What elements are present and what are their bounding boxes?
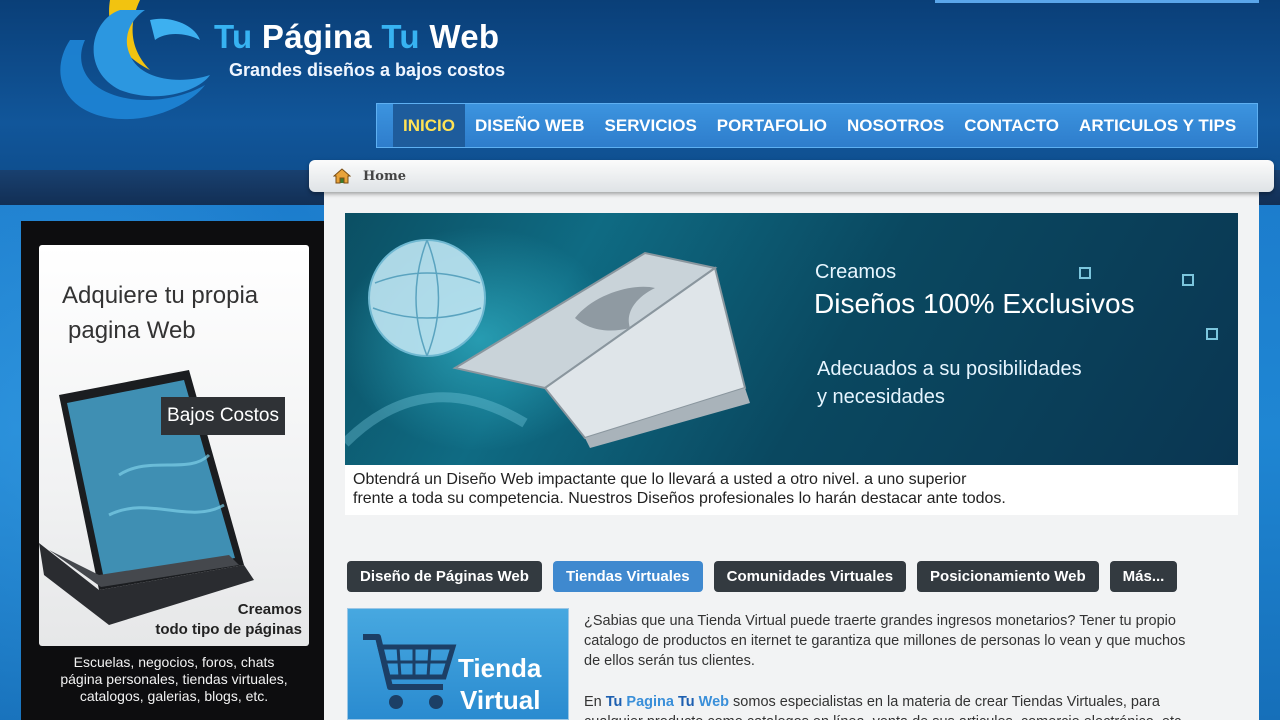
brand-part-1: Tu [214,18,253,55]
specialist-line-1: En Tu Pagina Tu Web somos especialistas … [584,692,1234,712]
tab-comunidades-virtuales[interactable]: Comunidades Virtuales [713,561,907,592]
nav-inicio[interactable]: INICIO [393,104,465,147]
brand-inline-c: Tu [678,694,695,710]
brand-inline-b: Pagina [622,694,679,710]
nav-portafolio[interactable]: PORTAFOLIO [707,104,837,147]
brand-part-2: Página [252,18,382,55]
bajos-costos-badge: Bajos Costos [161,397,285,435]
banner-caption-line-2: frente a toda su competencia. Nuestros D… [353,490,1006,507]
sidebar-heading-1: Adquiere tu propia [62,282,259,309]
banner-line-4: y necesidades [817,386,945,408]
banner-line-2: Diseños 100% Exclusivos [814,288,1135,319]
top-accent-bar [935,0,1259,3]
brand-name[interactable]: Tu Página Tu Web [214,18,499,56]
tienda-virtual-image: Tienda Virtual [347,608,569,720]
breadcrumb: Home [309,160,1274,192]
sidebar-promo-card[interactable]: Adquiere tu propia pagina Web Bajos Cost… [39,245,309,646]
main-nav: INICIO DISEÑO WEB SERVICIOS PORTAFOLIO N… [376,103,1258,148]
banner-caption: Obtendrá un Diseño Web impactante que lo… [345,465,1238,515]
intro-line-3: de ellos serán tus clientes. [584,653,755,669]
specialist-rest: somos especialistas en la materia de cre… [729,694,1160,710]
sidebar-description: Escuelas, negocios, foros, chats página … [39,654,309,705]
shopping-cart-icon [363,634,457,709]
slogan: Grandes diseños a bajos costos [229,60,506,80]
tab-tiendas-virtuales[interactable]: Tiendas Virtuales [552,561,703,592]
sidebar-heading-2: pagina Web [68,317,196,344]
banner-art [345,239,1218,448]
brand-part-4: Web [419,18,500,55]
banner-line-3: Adecuados a su posibilidades [817,358,1082,380]
brand-inline-d: Web [694,694,730,710]
intro-line-1: ¿Sabias que una Tienda Virtual puede tra… [584,613,1176,629]
image-title-1: Tienda [458,653,542,683]
specialist-prefix: En [584,694,606,710]
sidebar-caption-2: todo tipo de páginas [155,621,302,638]
nav-articulos-y-tips[interactable]: ARTICULOS Y TIPS [1069,104,1246,147]
intro-line-2: catalogo de productos en iternet te gara… [584,633,1186,649]
tab-mas[interactable]: Más... [1109,561,1178,592]
nav-servicios[interactable]: SERVICIOS [595,104,707,147]
hero-banner[interactable]: Creamos Diseños 100% Exclusivos Adecuado… [345,213,1238,465]
tab-posicionamiento-web[interactable]: Posicionamiento Web [917,561,1099,592]
sidebar-text-line-1: Escuelas, negocios, foros, chats [73,654,275,670]
intro-paragraph: ¿Sabias que una Tienda Virtual puede tra… [584,611,1234,671]
nav-nosotros[interactable]: NOSOTROS [837,104,954,147]
banner-line-1: Creamos [815,261,897,283]
service-tabs: Diseño de Páginas Web Tiendas Virtuales … [347,561,1178,592]
specialist-line-2: cualquier producto como catalogos en lín… [584,712,1234,720]
brand-inline-a: Tu [605,694,623,710]
home-icon[interactable] [333,168,351,184]
nav-diseno-web[interactable]: DISEÑO WEB [465,104,595,147]
image-title-2: Virtual [460,685,541,715]
sidebar-caption-1: Creamos [237,601,302,618]
tab-diseno-paginas-web[interactable]: Diseño de Páginas Web [347,561,542,592]
nav-contacto[interactable]: CONTACTO [954,104,1069,147]
logo-icon[interactable] [50,0,220,125]
sidebar-text-line-2: página personales, tiendas virtuales, [60,671,288,687]
sidebar-text-line-3: catalogos, galerias, blogs, etc. [79,688,269,704]
breadcrumb-home-link[interactable]: Home [363,169,406,184]
banner-caption-line-1: Obtendrá un Diseño Web impactante que lo… [353,471,967,488]
specialist-paragraph: En Tu Pagina Tu Web somos especialistas … [584,692,1234,720]
brand-part-3: Tu [381,18,420,55]
